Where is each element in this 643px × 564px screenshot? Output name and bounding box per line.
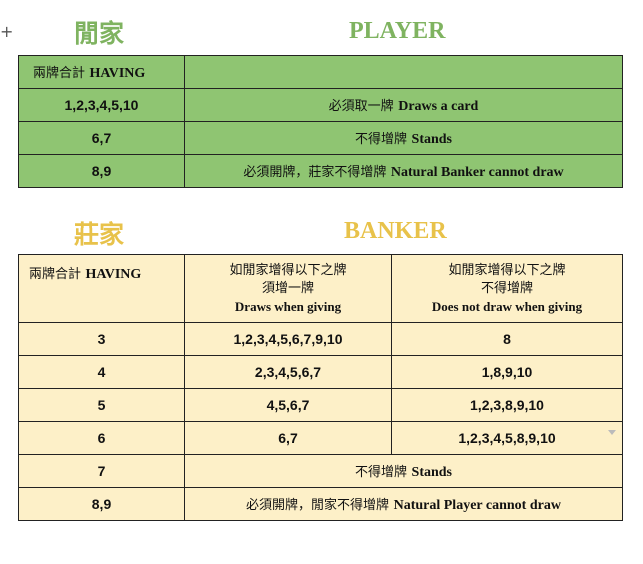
no-draw-cell: 1,8,9,10 bbox=[391, 355, 623, 389]
no-draw-cell[interactable]: 1,2,3,4,5,8,9,10 bbox=[391, 421, 623, 455]
rule-cell: 不得增牌 Stands bbox=[184, 121, 623, 155]
having-cell: 4 bbox=[18, 355, 185, 389]
empty-header-cell bbox=[184, 55, 623, 89]
banker-rules-table: 兩牌合計 HAVING 如閒家增得以下之牌 須增一牌 Draws when gi… bbox=[18, 254, 623, 521]
draws-cell: 2,3,4,5,6,7 bbox=[184, 355, 392, 389]
player-title-en: PLAYER bbox=[349, 18, 446, 44]
table-header-row: 兩牌合計 HAVING bbox=[18, 55, 623, 89]
table-row: 3 1,2,3,4,5,6,7,9,10 8 bbox=[18, 322, 623, 356]
table-row: 8,9 必須開牌，莊家不得增牌 Natural Banker cannot dr… bbox=[18, 154, 623, 188]
player-title-cn: 閒家 bbox=[74, 19, 125, 48]
rule-cell: 必須取一牌 Draws a card bbox=[184, 88, 623, 122]
draws-cell: 1,2,3,4,5,6,7,9,10 bbox=[184, 322, 392, 356]
having-cell: 6 bbox=[18, 421, 185, 455]
table-row: 4 2,3,4,5,6,7 1,8,9,10 bbox=[18, 355, 623, 389]
table-row: 6,7 不得增牌 Stands bbox=[18, 121, 623, 155]
rule-cell: 不得增牌 Stands bbox=[184, 454, 623, 488]
banker-title-en: BANKER bbox=[344, 218, 447, 244]
draws-header: 如閒家增得以下之牌 須增一牌 Draws when giving bbox=[184, 254, 392, 323]
having-cell: 6,7 bbox=[18, 121, 185, 155]
having-cell: 7 bbox=[18, 454, 185, 488]
table-header-row: 兩牌合計 HAVING 如閒家增得以下之牌 須增一牌 Draws when gi… bbox=[18, 254, 623, 323]
table-row: 8,9 必須開牌，閒家不得增牌 Natural Player cannot dr… bbox=[18, 487, 623, 521]
draws-cell: 4,5,6,7 bbox=[184, 388, 392, 422]
rule-cell: 必須開牌，閒家不得增牌 Natural Player cannot draw bbox=[184, 487, 623, 521]
table-row: 6 6,7 1,2,3,4,5,8,9,10 bbox=[18, 421, 623, 455]
player-rules-table: 兩牌合計 HAVING 1,2,3,4,5,10 必須取一牌 Draws a c… bbox=[18, 55, 623, 188]
no-draw-cell: 1,2,3,8,9,10 bbox=[391, 388, 623, 422]
having-cell: 8,9 bbox=[18, 154, 185, 188]
dropdown-arrow-icon[interactable] bbox=[608, 430, 616, 435]
rule-cell: 必須開牌，莊家不得增牌 Natural Banker cannot draw bbox=[184, 154, 623, 188]
having-cell: 5 bbox=[18, 388, 185, 422]
no-draw-cell: 8 bbox=[391, 322, 623, 356]
table-row: 7 不得增牌 Stands bbox=[18, 454, 623, 488]
having-header: 兩牌合計 HAVING bbox=[18, 55, 185, 89]
having-cell: 3 bbox=[18, 322, 185, 356]
no-draw-header: 如閒家增得以下之牌 不得增牌 Does not draw when giving bbox=[391, 254, 623, 323]
draws-cell: 6,7 bbox=[184, 421, 392, 455]
having-cell: 1,2,3,4,5,10 bbox=[18, 88, 185, 122]
table-row: 1,2,3,4,5,10 必須取一牌 Draws a card bbox=[18, 88, 623, 122]
having-header: 兩牌合計 HAVING bbox=[18, 254, 185, 323]
table-row: 5 4,5,6,7 1,2,3,8,9,10 bbox=[18, 388, 623, 422]
having-cell: 8,9 bbox=[18, 487, 185, 521]
add-icon[interactable]: + bbox=[0, 22, 13, 41]
banker-title-cn: 莊家 bbox=[74, 220, 125, 249]
